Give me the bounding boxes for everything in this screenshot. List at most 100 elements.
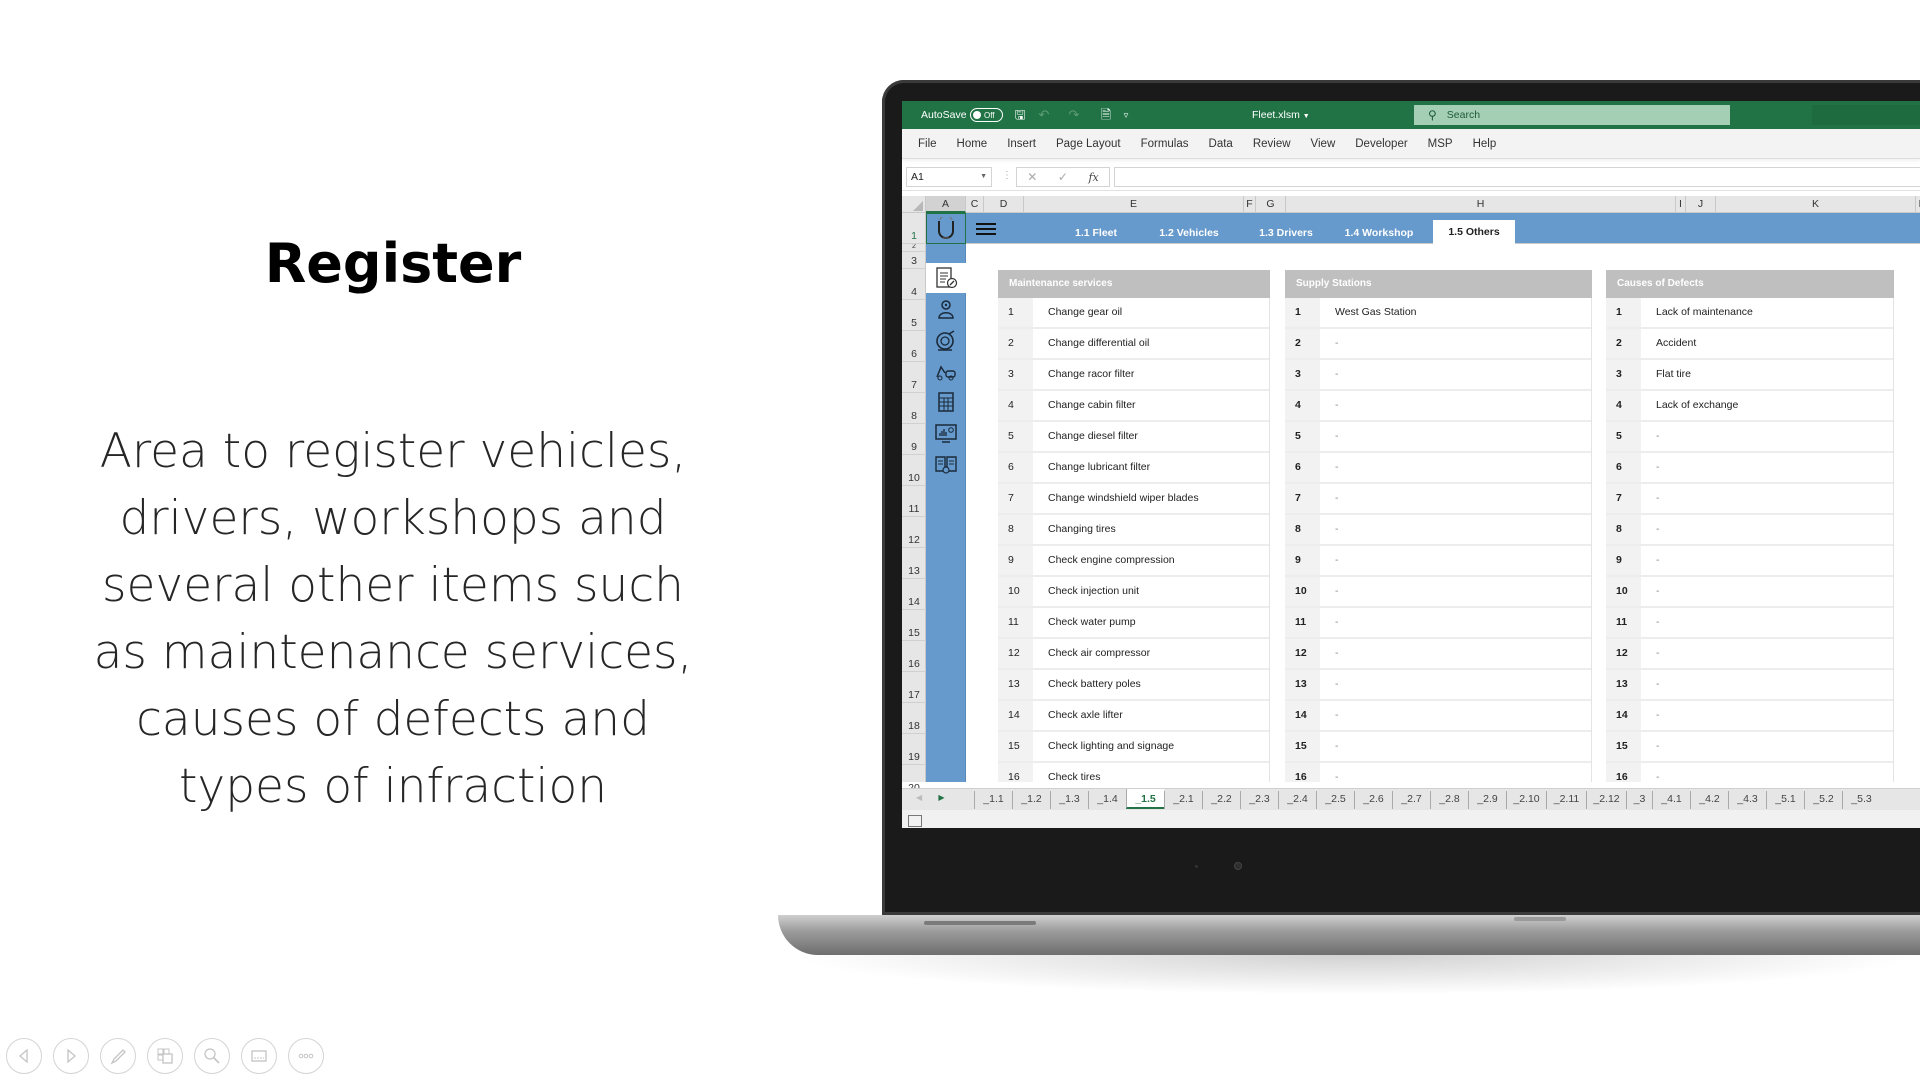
sheet-tab-23[interactable]: _2.3 xyxy=(1240,791,1278,809)
row-value[interactable]: - xyxy=(1322,577,1592,606)
row-value[interactable]: Change windshield wiper blades xyxy=(1035,484,1270,513)
tab-1-2-vehicles[interactable]: 1.2 Vehicles xyxy=(1146,222,1232,244)
row-value[interactable]: - xyxy=(1322,546,1592,575)
row-header-17[interactable]: 17 xyxy=(902,672,926,703)
column-header-k[interactable]: K xyxy=(1716,196,1916,213)
print-preview-icon[interactable]: 🗎 xyxy=(1098,107,1114,123)
column-header-e[interactable]: E xyxy=(1024,196,1244,213)
sheet-tab-29[interactable]: _2.9 xyxy=(1468,791,1506,809)
undo-icon[interactable]: ↶ xyxy=(1036,107,1052,123)
tab-1-1-fleet[interactable]: 1.1 Fleet xyxy=(1061,222,1131,244)
tire-icon[interactable] xyxy=(926,325,966,355)
row-value[interactable]: Change gear oil xyxy=(1035,298,1270,327)
row-value[interactable]: - xyxy=(1643,639,1894,668)
tab-1-4-workshop[interactable]: 1.4 Workshop xyxy=(1334,222,1424,244)
sheet-tab-25[interactable]: _2.5 xyxy=(1316,791,1354,809)
sheet-tab-41[interactable]: _4.1 xyxy=(1652,791,1690,809)
ribbon-tab-formulas[interactable]: Formulas xyxy=(1141,138,1189,150)
ribbon-tab-msp[interactable]: MSP xyxy=(1428,138,1453,150)
row-value[interactable]: Flat tire xyxy=(1643,360,1894,389)
ribbon-tab-data[interactable]: Data xyxy=(1209,138,1233,150)
next-slide-button[interactable] xyxy=(53,1038,89,1074)
row-value[interactable]: Check axle lifter xyxy=(1035,701,1270,730)
column-header-c[interactable]: C xyxy=(966,196,984,213)
row-value[interactable]: - xyxy=(1322,422,1592,451)
subtitles-button[interactable] xyxy=(241,1038,277,1074)
row-value[interactable]: - xyxy=(1322,453,1592,482)
row-header-2[interactable]: 2 xyxy=(902,244,926,252)
row-value[interactable]: Changing tires xyxy=(1035,515,1270,544)
row-value[interactable]: - xyxy=(1322,391,1592,420)
select-all-button[interactable] xyxy=(902,196,926,213)
search-box[interactable]: ⚲ Search xyxy=(1414,105,1730,125)
sheet-tab-51[interactable]: _5.1 xyxy=(1766,791,1804,809)
row-value[interactable]: - xyxy=(1643,701,1894,730)
row-header-11[interactable]: 11 xyxy=(902,486,926,517)
sheet-tab-27[interactable]: _2.7 xyxy=(1392,791,1430,809)
ribbon-tab-help[interactable]: Help xyxy=(1473,138,1497,150)
column-header-l[interactable]: L xyxy=(1916,196,1920,213)
hamburger-menu-icon[interactable] xyxy=(976,223,996,238)
ribbon-tab-review[interactable]: Review xyxy=(1253,138,1291,150)
row-value[interactable]: Change diesel filter xyxy=(1035,422,1270,451)
sheet-tab-21[interactable]: _2.1 xyxy=(1164,791,1202,809)
see-all-slides-button[interactable] xyxy=(147,1038,183,1074)
column-header-a[interactable]: A xyxy=(926,196,966,213)
enter-icon[interactable]: ✓ xyxy=(1058,170,1068,184)
row-header-6[interactable]: 6 xyxy=(902,331,926,362)
row-header-18[interactable]: 18 xyxy=(902,703,926,734)
pen-button[interactable] xyxy=(100,1038,136,1074)
row-value[interactable]: - xyxy=(1322,608,1592,637)
sheet-tab-28[interactable]: _2.8 xyxy=(1430,791,1468,809)
column-header-j[interactable]: J xyxy=(1686,196,1716,213)
row-value[interactable]: Check engine compression xyxy=(1035,546,1270,575)
row-value[interactable]: Change cabin filter xyxy=(1035,391,1270,420)
sheet-tab-24[interactable]: _2.4 xyxy=(1278,791,1316,809)
row-header-16[interactable]: 16 xyxy=(902,641,926,672)
sheet-tab-22[interactable]: _2.2 xyxy=(1202,791,1240,809)
ribbon-tab-page-layout[interactable]: Page Layout xyxy=(1056,138,1121,150)
sheet-tab-43[interactable]: _4.3 xyxy=(1728,791,1766,809)
row-value[interactable]: Accident xyxy=(1643,329,1894,358)
register-icon[interactable] xyxy=(926,263,966,293)
sheet-tab-53[interactable]: _5.3 xyxy=(1842,791,1880,809)
workshop-icon[interactable] xyxy=(926,356,966,386)
row-value[interactable]: - xyxy=(1643,546,1894,575)
row-value[interactable]: - xyxy=(1643,608,1894,637)
row-value[interactable]: - xyxy=(1643,763,1894,782)
row-header-4[interactable]: 4 xyxy=(902,269,926,300)
redo-icon[interactable]: ↷ xyxy=(1066,107,1082,123)
sheet-tab-14[interactable]: _1.4 xyxy=(1088,791,1126,809)
sheet-tab-11[interactable]: _1.1 xyxy=(974,791,1012,809)
sheet-tab-12[interactable]: _1.2 xyxy=(1012,791,1050,809)
row-header-10[interactable]: 10 xyxy=(902,455,926,486)
more-options-button[interactable] xyxy=(288,1038,324,1074)
sheet-tab-211[interactable]: _2.11 xyxy=(1546,791,1586,809)
row-value[interactable]: Change differential oil xyxy=(1035,329,1270,358)
row-value[interactable]: West Gas Station xyxy=(1322,298,1592,327)
previous-slide-button[interactable] xyxy=(6,1038,42,1074)
sheet-tab-13[interactable]: _1.3 xyxy=(1050,791,1088,809)
row-value[interactable]: - xyxy=(1322,329,1592,358)
ribbon-tab-insert[interactable]: Insert xyxy=(1007,138,1036,150)
driver-icon[interactable] xyxy=(926,294,966,324)
row-value[interactable]: - xyxy=(1322,732,1592,761)
sheet-tab-42[interactable]: _4.2 xyxy=(1690,791,1728,809)
save-icon[interactable]: 🖫 xyxy=(1012,107,1028,123)
zoom-button[interactable] xyxy=(194,1038,230,1074)
row-value[interactable]: Check tires xyxy=(1035,763,1270,782)
row-value[interactable]: - xyxy=(1643,732,1894,761)
sheet-tab-52[interactable]: _5.2 xyxy=(1804,791,1842,809)
formula-input[interactable] xyxy=(1114,167,1920,187)
row-value[interactable]: - xyxy=(1322,639,1592,668)
customize-toolbar-icon[interactable]: ▿ xyxy=(1118,107,1134,123)
row-value[interactable]: - xyxy=(1643,515,1894,544)
ribbon-tab-file[interactable]: File xyxy=(918,138,937,150)
ribbon-tab-home[interactable]: Home xyxy=(957,138,988,150)
insert-function-icon[interactable]: fx xyxy=(1088,171,1098,184)
row-value[interactable]: - xyxy=(1322,670,1592,699)
row-value[interactable]: - xyxy=(1322,360,1592,389)
column-header-f[interactable]: F xyxy=(1244,196,1256,213)
row-header-7[interactable]: 7 xyxy=(902,362,926,393)
row-header-9[interactable]: 9 xyxy=(902,424,926,455)
